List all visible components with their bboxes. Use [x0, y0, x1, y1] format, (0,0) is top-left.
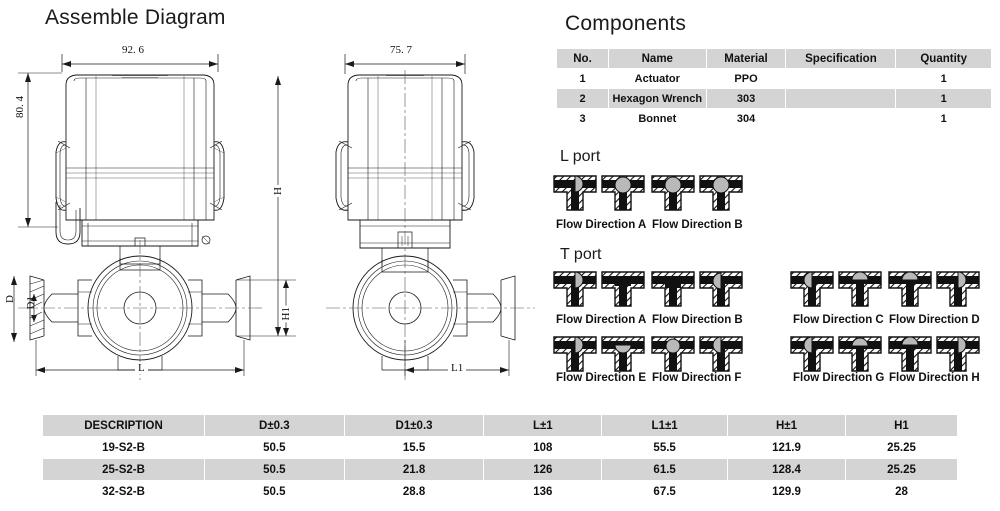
cell-h: 129.9 [727, 480, 846, 503]
cell-h: 121.9 [727, 436, 846, 459]
specification-table: DESCRIPTION D±0.3 D1±0.3 L±1 L1±1 H±1 H1… [42, 414, 959, 503]
cell-specification [785, 68, 897, 89]
cell-no: 1 [555, 68, 610, 89]
cell-material: PPO [705, 68, 787, 89]
table-row: 25-S2-B 50.5 21.8 126 61.5 128.4 25.25 [42, 458, 959, 481]
col-h: H±1 [727, 414, 846, 437]
col-d: D±0.3 [203, 414, 345, 437]
cell-material: 303 [705, 88, 787, 109]
t-port-flow-label-d: Flow Direction D [889, 314, 980, 326]
t-port-icon-group-a [553, 268, 645, 310]
cell-l1: 55.5 [601, 436, 729, 459]
t-port-flow-label-c: Flow Direction C [793, 314, 884, 326]
cell-quantity: 1 [895, 108, 992, 129]
front-view-height-dim: 80. 4 [14, 96, 26, 118]
t-port-flow-label-f: Flow Direction F [652, 372, 742, 384]
side-view-width-dim: 75. 7 [390, 44, 412, 56]
col-name: Name [608, 48, 707, 69]
cell-d: 50.5 [203, 436, 345, 459]
t-port-flow-label-b: Flow Direction B [652, 314, 743, 326]
t-port-icon-group-b [651, 268, 743, 310]
cell-d: 50.5 [203, 480, 345, 503]
cell-l: 108 [483, 436, 603, 459]
t-port-icon-group-f [651, 333, 743, 375]
col-description: DESCRIPTION [42, 414, 205, 437]
t-port-icon-group-g [790, 333, 882, 375]
cell-specification [785, 108, 897, 129]
l-port-icon-group-b [651, 172, 743, 214]
cell-specification [785, 88, 897, 109]
table-row: 1 Actuator PPO 1 [555, 68, 992, 89]
cell-h1: 25.25 [844, 458, 959, 481]
components-table-header-row: No. Name Material Specification Quantity [555, 48, 992, 69]
table-row: 19-S2-B 50.5 15.5 108 55.5 121.9 25.25 [42, 436, 959, 459]
cell-name: Hexagon Wrench [608, 88, 707, 109]
t-port-icon-group-h [888, 333, 980, 375]
t-port-icon-group-e [553, 333, 645, 375]
length-label: L [135, 362, 148, 374]
col-l1: L1±1 [601, 414, 729, 437]
cell-no: 2 [555, 88, 610, 109]
t-port-icon-group-d [888, 268, 980, 310]
t-port-icon-group-c [790, 268, 882, 310]
front-view-drawing [0, 40, 330, 395]
cell-no: 3 [555, 108, 610, 129]
cell-description: 19-S2-B [42, 436, 205, 459]
outer-diameter-label: D [4, 295, 16, 303]
table-row: 2 Hexagon Wrench 303 1 [555, 88, 992, 109]
spec-table-header-row: DESCRIPTION D±0.3 D1±0.3 L±1 L1±1 H±1 H1 [42, 414, 959, 437]
t-port-flow-label-e: Flow Direction E [556, 372, 647, 384]
t-port-flow-label-g: Flow Direction G [793, 372, 885, 384]
cell-l1: 61.5 [601, 458, 729, 481]
table-row: 3 Bonnet 304 1 [555, 108, 992, 129]
inner-diameter-label: D1 [25, 296, 37, 310]
t-port-flow-label-h: Flow Direction H [889, 372, 980, 384]
l-port-title: L port [560, 148, 601, 165]
col-material: Material [705, 48, 787, 69]
col-quantity: Quantity [895, 48, 992, 69]
cell-l1: 67.5 [601, 480, 729, 503]
side-view-drawing [320, 40, 550, 395]
cell-d1: 15.5 [343, 436, 485, 459]
cell-d1: 21.8 [343, 458, 485, 481]
col-h1: H1 [844, 414, 959, 437]
cell-material: 304 [705, 108, 787, 129]
cell-l: 126 [483, 458, 603, 481]
cell-quantity: 1 [895, 68, 992, 89]
t-port-title: T port [560, 246, 602, 263]
cell-h1: 25.25 [844, 436, 959, 459]
l-port-icon-group-a [553, 172, 645, 214]
l-port-flow-label-a: Flow Direction A [556, 219, 647, 231]
col-specification: Specification [785, 48, 897, 69]
cell-description: 25-S2-B [42, 458, 205, 481]
side-view-length-label: L1 [448, 362, 467, 374]
cell-description: 32-S2-B [42, 480, 205, 503]
t-port-flow-label-a: Flow Direction A [556, 314, 647, 326]
front-view-width-dim: 92. 6 [122, 44, 144, 56]
components-table: No. Name Material Specification Quantity… [555, 48, 992, 129]
col-d1: D1±0.3 [343, 414, 485, 437]
col-no: No. [555, 48, 610, 69]
table-row: 32-S2-B 50.5 28.8 136 67.5 129.9 28 [42, 480, 959, 503]
col-l: L±1 [483, 414, 603, 437]
cell-d1: 28.8 [343, 480, 485, 503]
cell-h: 128.4 [727, 458, 846, 481]
valve-height-label: H1 [280, 305, 292, 323]
cell-name: Actuator [608, 68, 707, 89]
cell-quantity: 1 [895, 88, 992, 109]
cell-h1: 28 [844, 480, 959, 503]
assemble-diagram-title: Assemble Diagram [45, 6, 226, 29]
l-port-flow-label-b: Flow Direction B [652, 219, 743, 231]
components-title: Components [565, 12, 687, 35]
cell-d: 50.5 [203, 458, 345, 481]
cell-l: 136 [483, 480, 603, 503]
cell-name: Bonnet [608, 108, 707, 129]
total-height-label: H [272, 185, 284, 197]
